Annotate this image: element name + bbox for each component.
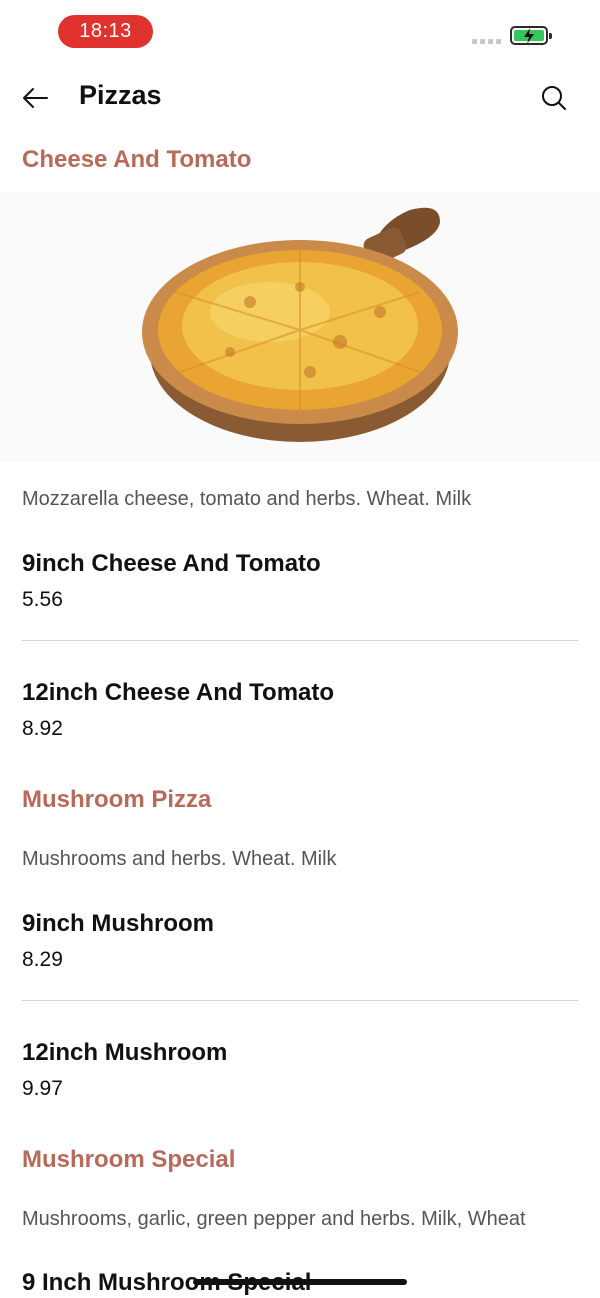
item-name: 12inch Mushroom xyxy=(22,1039,228,1066)
section-title-cheese-and-tomato: Cheese And Tomato xyxy=(22,146,252,173)
item-price: 8.29 xyxy=(22,948,63,971)
item-name: 9inch Mushroom xyxy=(22,910,215,937)
menu-item[interactable]: 9inch Cheese And Tomato 5.56 xyxy=(0,550,343,612)
status-time: 18:13 xyxy=(58,15,153,48)
divider xyxy=(22,640,578,641)
pizza-image[interactable] xyxy=(0,192,600,462)
section-title-mushroom-pizza: Mushroom Pizza xyxy=(22,786,212,813)
item-price: 5.56 xyxy=(22,588,63,611)
section-description: Mushrooms and herbs. Wheat. Milk xyxy=(22,848,337,870)
battery-icon xyxy=(510,26,552,45)
home-indicator[interactable] xyxy=(193,1279,407,1285)
search-button[interactable] xyxy=(540,84,568,112)
section-description: Mushrooms, garlic, green pepper and herb… xyxy=(22,1208,526,1230)
menu-item[interactable]: 9inch Mushroom 8.29 xyxy=(0,910,236,972)
app-header: Pizzas xyxy=(0,62,600,134)
menu-item[interactable]: 12inch Mushroom 9.97 xyxy=(0,1039,249,1101)
menu-item[interactable]: 12inch Cheese And Tomato 8.92 xyxy=(0,679,356,741)
search-icon xyxy=(542,86,566,110)
arrow-left-icon xyxy=(23,88,48,108)
item-name: 12inch Cheese And Tomato xyxy=(22,679,335,706)
item-price: 8.92 xyxy=(22,717,63,740)
signal-icon xyxy=(472,39,501,45)
item-price: 9.97 xyxy=(22,1077,63,1100)
status-bar: 18:13 xyxy=(0,0,600,62)
item-name: 9inch Cheese And Tomato xyxy=(22,550,321,577)
page-title: Pizzas xyxy=(79,80,162,110)
back-button[interactable] xyxy=(20,82,52,114)
section-description: Mozzarella cheese, tomato and herbs. Whe… xyxy=(22,488,472,510)
divider xyxy=(22,1000,578,1001)
section-title-mushroom-special: Mushroom Special xyxy=(22,1146,236,1173)
